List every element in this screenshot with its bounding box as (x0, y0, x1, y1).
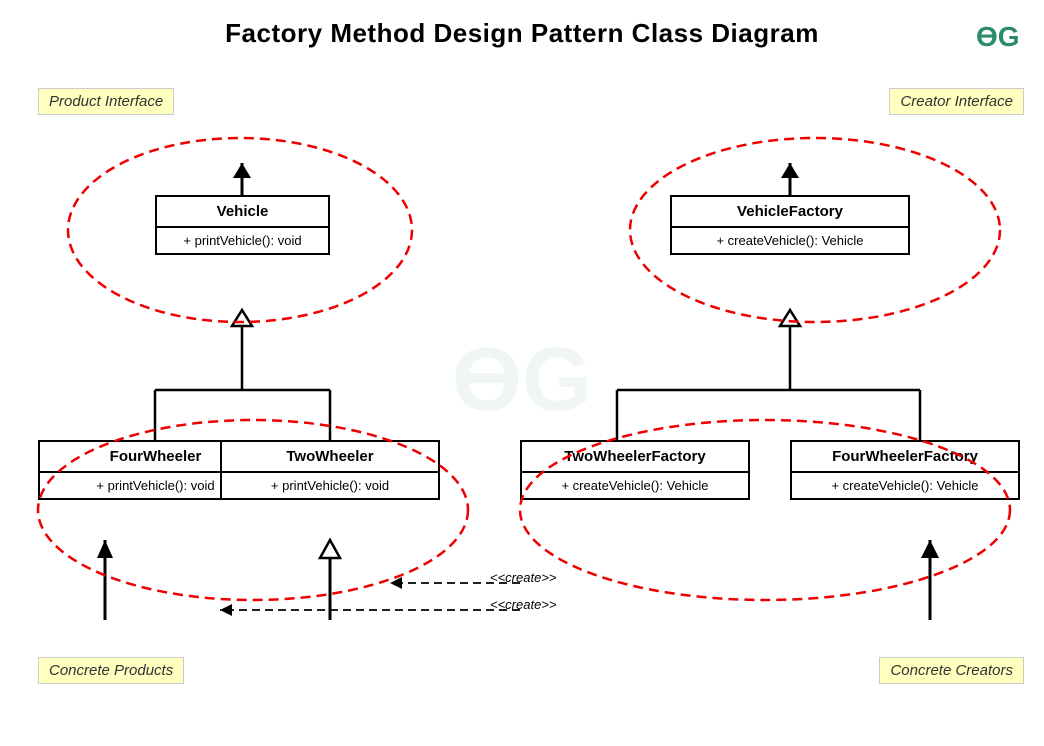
four-wheeler-factory-class-name: FourWheelerFactory (792, 442, 1018, 473)
create-label-1: <<create>> (490, 570, 557, 585)
svg-text:ϴG: ϴG (452, 330, 592, 430)
two-wheeler-factory-class-method: + createVehicle(): Vehicle (522, 473, 748, 498)
create-label-2: <<create>> (490, 597, 557, 612)
vehicle-class-method: + printVehicle(): void (157, 228, 328, 253)
four-wheeler-factory-class-method: + createVehicle(): Vehicle (792, 473, 1018, 498)
product-interface-label: Product Interface (38, 88, 174, 115)
concrete-creators-label: Concrete Creators (879, 657, 1024, 684)
concrete-products-label: Concrete Products (38, 657, 184, 684)
page-title: Factory Method Design Pattern Class Diag… (0, 0, 1044, 59)
two-wheeler-class: TwoWheeler + printVehicle(): void (220, 440, 440, 500)
logo-icon: ϴG (972, 18, 1020, 54)
creator-interface-label: Creator Interface (889, 88, 1024, 115)
two-wheeler-factory-class-name: TwoWheelerFactory (522, 442, 748, 473)
two-wheeler-factory-class: TwoWheelerFactory + createVehicle(): Veh… (520, 440, 750, 500)
svg-text:ϴG: ϴG (976, 21, 1020, 52)
vehicle-factory-class-method: + createVehicle(): Vehicle (672, 228, 908, 253)
vehicle-factory-class-name: VehicleFactory (672, 197, 908, 228)
vehicle-class-name: Vehicle (157, 197, 328, 228)
vehicle-factory-class: VehicleFactory + createVehicle(): Vehicl… (670, 195, 910, 255)
two-wheeler-class-method: + printVehicle(): void (222, 473, 438, 498)
vehicle-class: Vehicle + printVehicle(): void (155, 195, 330, 255)
four-wheeler-factory-class: FourWheelerFactory + createVehicle(): Ve… (790, 440, 1020, 500)
two-wheeler-class-name: TwoWheeler (222, 442, 438, 473)
